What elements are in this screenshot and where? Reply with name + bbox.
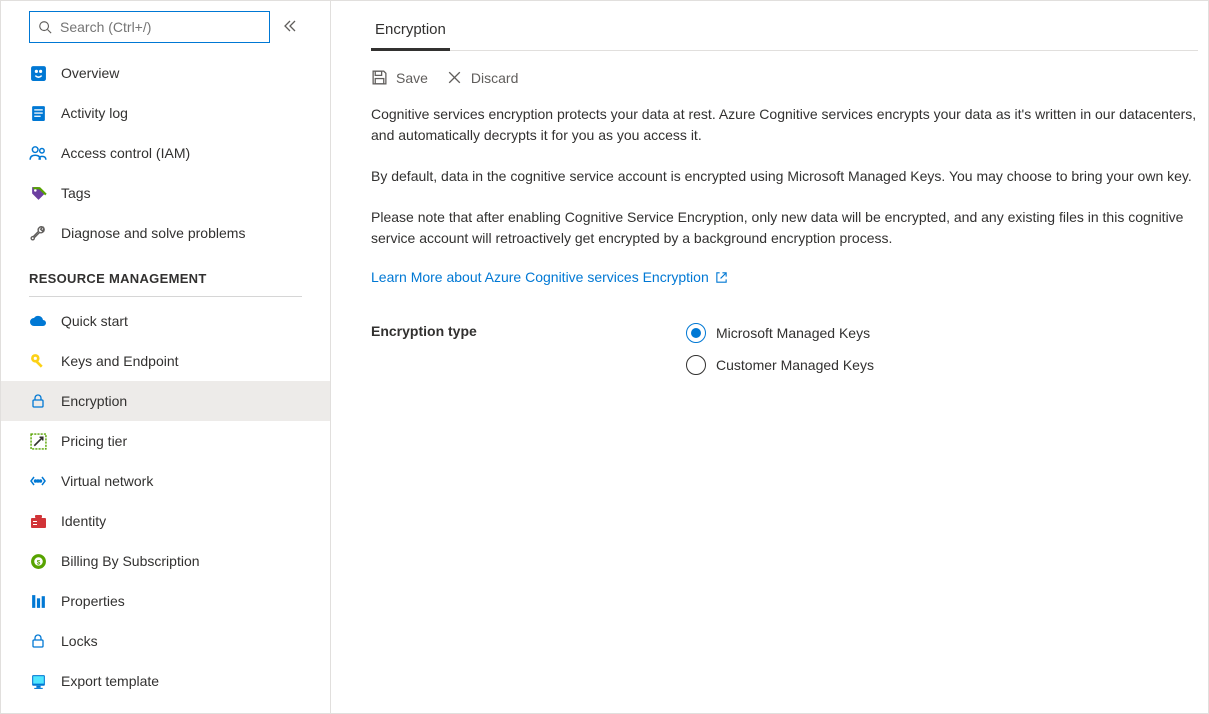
activity-log-icon [29,104,47,122]
sidebar-item-virtual-network[interactable]: Virtual network [1,461,330,501]
sidebar-item-access-control[interactable]: Access control (IAM) [1,133,330,173]
sidebar-item-locks[interactable]: Locks [1,621,330,661]
section-header-resource-management: RESOURCE MANAGEMENT [1,253,330,292]
overview-icon [29,64,47,82]
radio-label: Microsoft Managed Keys [716,325,870,341]
discard-icon [446,69,463,86]
discard-button[interactable]: Discard [446,69,518,86]
encryption-type-label: Encryption type [371,323,686,375]
sidebar-item-label: Encryption [61,393,127,409]
nav-scroll[interactable]: Overview Activity log Access control (IA… [1,53,330,713]
save-icon [371,69,388,86]
search-icon [38,20,52,34]
description-paragraph-2: By default, data in the cognitive servic… [371,166,1198,187]
sidebar-item-label: Access control (IAM) [61,145,190,161]
tab-encryption[interactable]: Encryption [371,11,450,51]
encryption-type-radio-group: Microsoft Managed Keys Customer Managed … [686,323,874,375]
save-button[interactable]: Save [371,69,428,86]
wrench-icon [29,224,47,242]
radio-circle [686,323,706,343]
radio-customer-managed-keys[interactable]: Customer Managed Keys [686,355,874,375]
sidebar-item-encryption[interactable]: Encryption [1,381,330,421]
save-label: Save [396,70,428,86]
external-link-icon [715,271,728,284]
billing-icon: $ [29,552,47,570]
properties-icon [29,592,47,610]
description-paragraph-3: Please note that after enabling Cognitiv… [371,207,1198,249]
sidebar-item-properties[interactable]: Properties [1,581,330,621]
export-template-icon [29,672,47,690]
encryption-type-row: Encryption type Microsoft Managed Keys C… [371,323,1198,375]
radio-microsoft-managed-keys[interactable]: Microsoft Managed Keys [686,323,874,343]
sidebar-item-label: Overview [61,65,119,81]
locks-icon [29,632,47,650]
sidebar-item-identity[interactable]: Identity [1,501,330,541]
tab-bar: Encryption [371,11,1198,51]
sidebar-item-label: Properties [61,593,125,609]
sidebar-item-label: Billing By Subscription [61,553,200,569]
sidebar-item-label: Quick start [61,313,128,329]
main-content: Encryption Save Discard Cognitive servic… [331,1,1208,713]
search-input[interactable] [60,19,261,35]
sidebar-item-label: Activity log [61,105,128,121]
learn-more-link[interactable]: Learn More about Azure Cognitive service… [371,269,728,285]
radio-circle [686,355,706,375]
sidebar-item-label: Tags [61,185,91,201]
sidebar-item-overview[interactable]: Overview [1,53,330,93]
sidebar-item-label: Locks [61,633,98,649]
sidebar-item-label: Virtual network [61,473,153,489]
collapse-sidebar-button[interactable] [278,14,302,41]
radio-label: Customer Managed Keys [716,357,874,373]
sidebar-item-tags[interactable]: Tags [1,173,330,213]
search-box[interactable] [29,11,270,43]
sidebar-item-label: Diagnose and solve problems [61,225,245,241]
sidebar-item-label: Pricing tier [61,433,127,449]
pricing-tier-icon [29,432,47,450]
sidebar-item-keys-endpoint[interactable]: Keys and Endpoint [1,341,330,381]
sidebar-item-label: Export template [61,673,159,689]
chevron-double-left-icon [282,18,298,34]
sidebar-item-activity-log[interactable]: Activity log [1,93,330,133]
description-paragraph-1: Cognitive services encryption protects y… [371,104,1198,146]
svg-text:$: $ [36,559,40,566]
key-icon [29,352,47,370]
section-divider [29,296,302,297]
cloud-icon [29,312,47,330]
access-control-icon [29,144,47,162]
toolbar: Save Discard [371,51,1198,104]
sidebar-item-export-template[interactable]: Export template [1,661,330,701]
virtual-network-icon [29,472,47,490]
sidebar-item-quick-start[interactable]: Quick start [1,301,330,341]
identity-icon [29,512,47,530]
sidebar-item-pricing-tier[interactable]: Pricing tier [1,421,330,461]
tags-icon [29,184,47,202]
discard-label: Discard [471,70,518,86]
learn-more-text: Learn More about Azure Cognitive service… [371,269,709,285]
sidebar-item-label: Identity [61,513,106,529]
sidebar: Overview Activity log Access control (IA… [1,1,331,713]
sidebar-item-billing[interactable]: $ Billing By Subscription [1,541,330,581]
lock-icon [29,392,47,410]
sidebar-item-label: Keys and Endpoint [61,353,179,369]
sidebar-item-diagnose[interactable]: Diagnose and solve problems [1,213,330,253]
search-wrap [1,1,330,53]
